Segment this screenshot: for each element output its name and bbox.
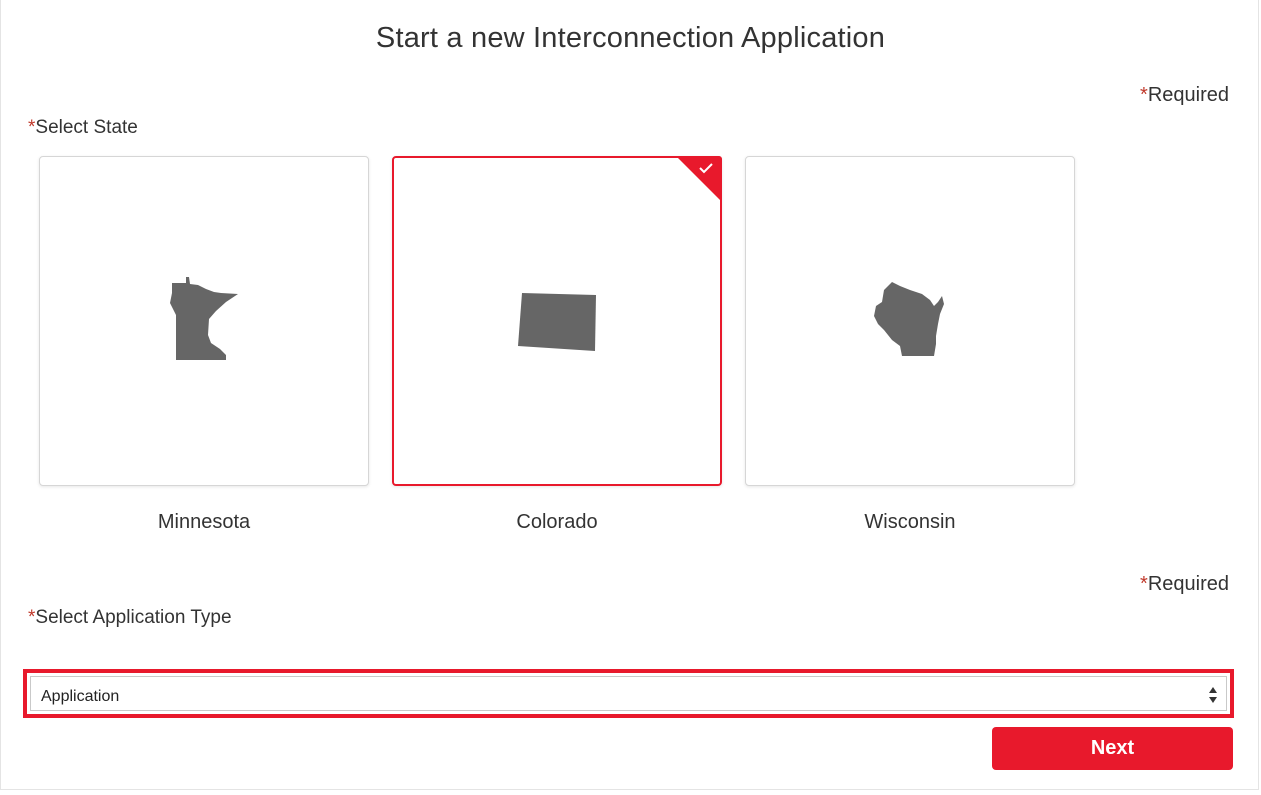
required-note-state: *Required [1140,84,1229,107]
minnesota-map-icon [170,277,238,360]
select-field[interactable]: Application [30,676,1227,711]
select-value: Application [41,688,120,705]
state-name-colorado: Colorado [516,511,598,533]
application-start-page: Start a new Interconnection Application … [0,0,1259,790]
application-type-select[interactable]: Application [23,669,1234,718]
state-card-wisconsin[interactable] [745,156,1075,486]
state-name-minnesota: Minnesota [157,511,251,533]
select-arrows-icon [1209,687,1217,703]
wisconsin-map-icon [874,282,944,356]
select-application-type-label-text: Select Application Type [35,607,232,628]
select-state-label-text: Select State [35,117,138,138]
required-note-type: *Required [1140,573,1229,596]
required-asterisk: * [1140,84,1148,106]
state-card-minnesota[interactable] [39,156,369,486]
checkmark-icon [699,163,713,174]
select-state-label: *Select State [28,117,138,139]
required-text: Required [1147,573,1229,595]
required-asterisk: * [1140,573,1148,595]
select-application-type-label: *Select Application Type [28,607,232,629]
colorado-map-icon [518,293,596,351]
state-name-wisconsin: Wisconsin [864,511,956,533]
state-card-colorado[interactable] [392,156,722,486]
page-title: Start a new Interconnection Application [375,22,886,54]
required-text: Required [1147,84,1229,106]
next-button[interactable]: Next [992,727,1233,770]
